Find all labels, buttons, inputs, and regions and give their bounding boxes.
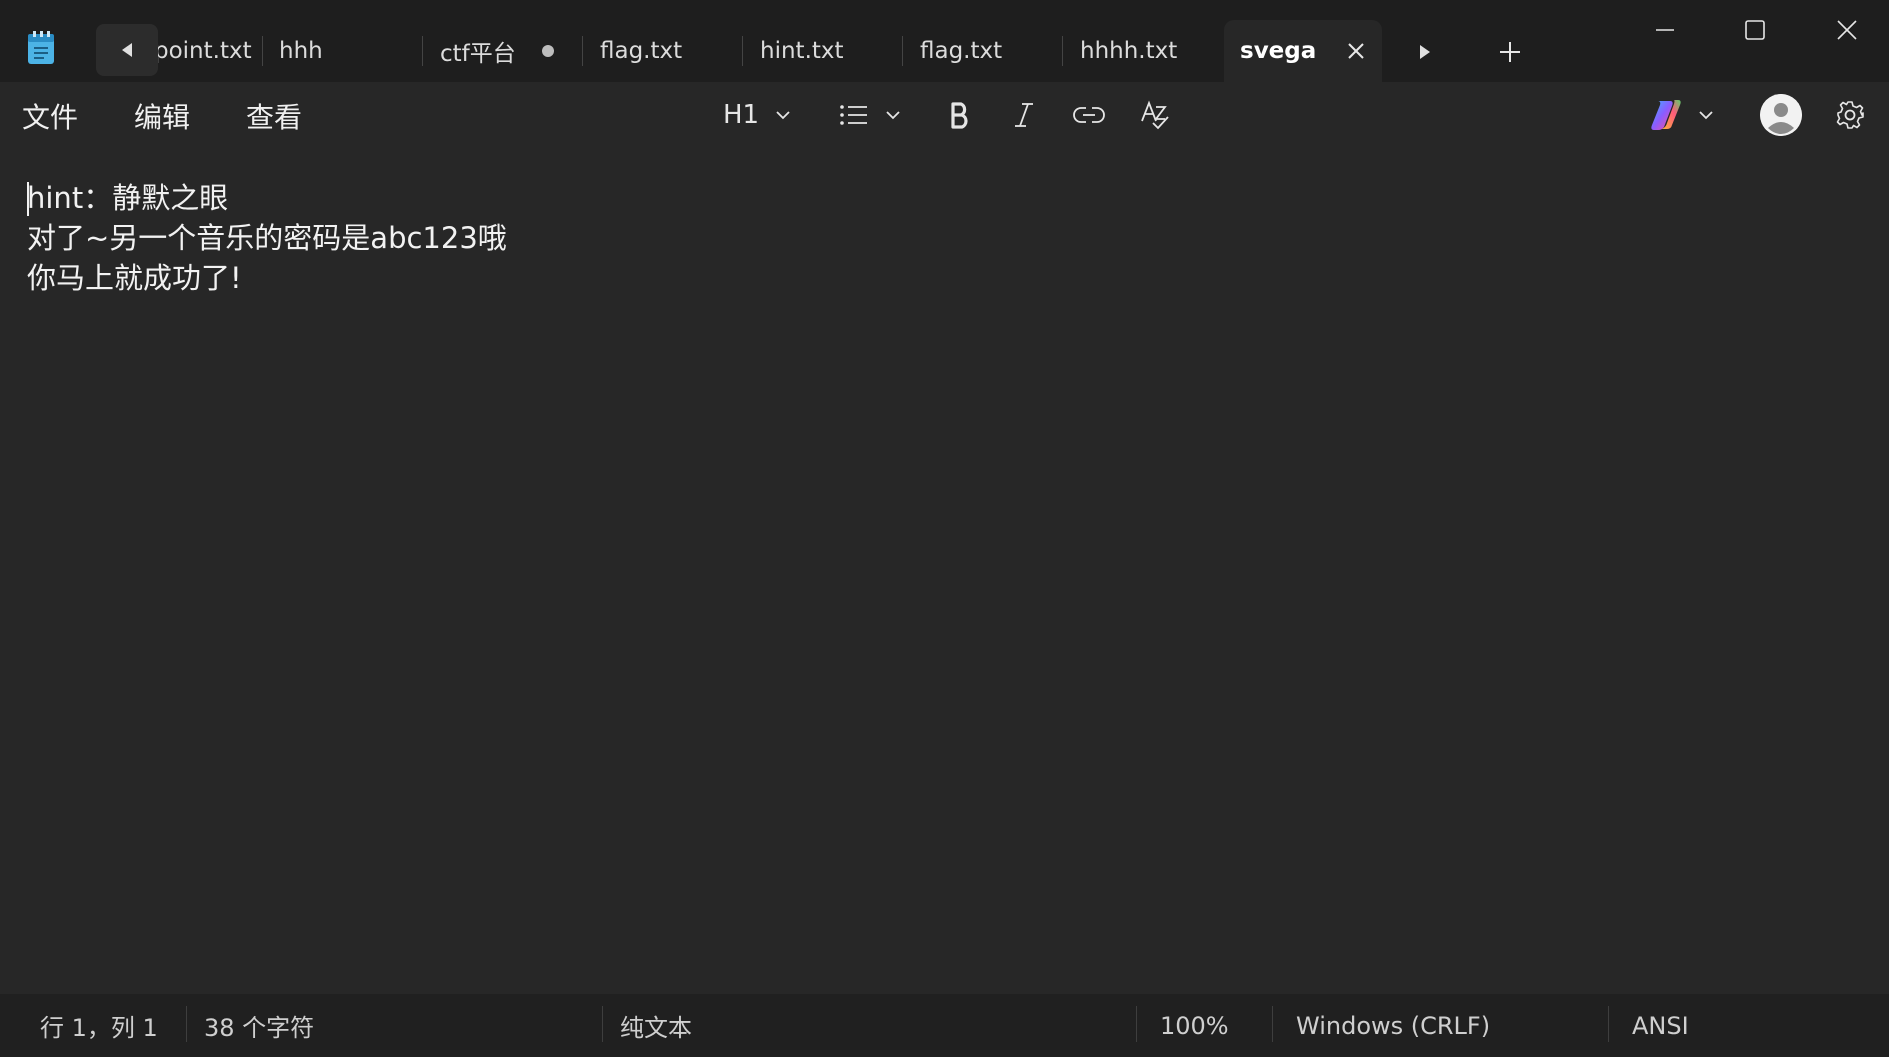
chevron-down-icon <box>1699 111 1713 120</box>
link-button[interactable] <box>1068 92 1110 138</box>
close-icon <box>1837 20 1857 40</box>
notepad-icon <box>24 28 62 68</box>
text-editor[interactable]: hint：静默之眼对了~另一个音乐的密码是abc123哦 你马上就成功了! <box>0 148 1889 994</box>
tab-label: hint.txt <box>760 38 844 64</box>
chevron-down-icon <box>776 111 790 120</box>
settings-icon <box>1836 101 1864 129</box>
menu-view[interactable]: 查看 <box>246 94 302 138</box>
tab-divider <box>1062 36 1063 66</box>
status-divider <box>602 1006 603 1042</box>
tab-ctf[interactable]: ctf平台 <box>424 20 580 82</box>
tab-label: hhhh.txt <box>1080 38 1178 64</box>
maximize-icon <box>1745 20 1765 40</box>
plus-icon <box>1500 42 1520 62</box>
unsaved-dot-icon <box>541 45 554 57</box>
bold-icon <box>951 102 968 129</box>
editor-line: 你马上就成功了! <box>27 261 242 295</box>
settings-button[interactable] <box>1830 92 1870 138</box>
tab-flag-2[interactable]: flag.txt <box>904 20 1060 82</box>
list-icon <box>840 105 867 125</box>
tab-label: hhh <box>279 38 323 64</box>
copilot-icon <box>1651 100 1681 130</box>
tab-divider <box>902 36 903 66</box>
minimize-button[interactable] <box>1630 4 1700 56</box>
editor-line: hint：静默之眼 <box>27 181 229 215</box>
tab-divider <box>582 36 583 66</box>
copilot-dropdown[interactable] <box>1644 92 1720 138</box>
tab-point[interactable]: point.txt <box>158 20 258 82</box>
heading-label: H1 <box>722 100 760 130</box>
status-divider <box>1608 1006 1609 1042</box>
heading-dropdown[interactable]: H1 <box>722 92 794 138</box>
tab-svega[interactable]: svega <box>1224 20 1382 82</box>
spellcheck-button[interactable] <box>1134 92 1176 138</box>
minimize-icon <box>1656 29 1674 31</box>
tab-label: ctf平台 <box>440 41 516 67</box>
status-divider <box>1136 1006 1137 1042</box>
menu-edit[interactable]: 编辑 <box>134 94 190 138</box>
tab-flag[interactable]: flag.txt <box>584 20 740 82</box>
italic-button[interactable] <box>1004 92 1044 138</box>
title-bar: point.txt hhh ctf平台 flag.txt hint.txt fl… <box>0 0 1889 82</box>
link-icon <box>1073 107 1105 123</box>
zoom-level[interactable]: 100% <box>1160 994 1229 1057</box>
italic-icon <box>1015 103 1033 127</box>
maximize-button[interactable] <box>1720 4 1790 56</box>
character-count[interactable]: 38 个字符 <box>204 994 314 1057</box>
account-icon <box>1760 94 1802 136</box>
bold-button[interactable] <box>940 92 980 138</box>
status-divider <box>1272 1006 1273 1042</box>
editor-content[interactable]: hint：静默之眼对了~另一个音乐的密码是abc123哦 你马上就成功了! <box>27 178 507 298</box>
toolbar: 文件 编辑 查看 H1 <box>0 82 1889 148</box>
close-window-button[interactable] <box>1812 4 1882 56</box>
tab-close-button[interactable] <box>1344 39 1368 63</box>
file-format[interactable]: 纯文本 <box>620 994 692 1057</box>
editor-line: 对了~另一个音乐的密码是abc123哦 <box>27 221 507 255</box>
account-avatar[interactable] <box>1760 94 1802 136</box>
tab-hhhh[interactable]: hhhh.txt <box>1064 20 1220 82</box>
tab-label: flag.txt <box>920 38 1003 64</box>
tab-label: svega <box>1240 38 1317 64</box>
spellcheck-icon <box>1141 100 1169 130</box>
tab-scroll-right-button[interactable] <box>1398 36 1452 68</box>
tab-hhh[interactable]: hhh <box>264 20 420 82</box>
tab-label: flag.txt <box>600 38 683 64</box>
list-dropdown[interactable] <box>836 92 906 138</box>
line-ending[interactable]: Windows (CRLF) <box>1296 994 1490 1057</box>
encoding[interactable]: ANSI <box>1632 994 1689 1057</box>
menu-file[interactable]: 文件 <box>22 94 78 138</box>
tab-label: point.txt <box>158 38 252 64</box>
status-divider <box>186 1006 187 1042</box>
chevron-down-icon <box>886 111 900 120</box>
tab-divider <box>422 36 423 66</box>
new-tab-button[interactable] <box>1488 34 1532 70</box>
cursor-position[interactable]: 行 1，列 1 <box>40 994 158 1057</box>
close-icon <box>1348 43 1364 59</box>
tab-scroll-left-button[interactable] <box>96 24 158 76</box>
tab-hint[interactable]: hint.txt <box>744 20 900 82</box>
caret-left-icon <box>122 43 132 57</box>
caret-right-icon <box>1420 45 1430 59</box>
status-bar: 行 1，列 1 38 个字符 纯文本 100% Windows (CRLF) A… <box>0 994 1889 1057</box>
tab-divider <box>742 36 743 66</box>
tab-divider <box>262 36 263 66</box>
